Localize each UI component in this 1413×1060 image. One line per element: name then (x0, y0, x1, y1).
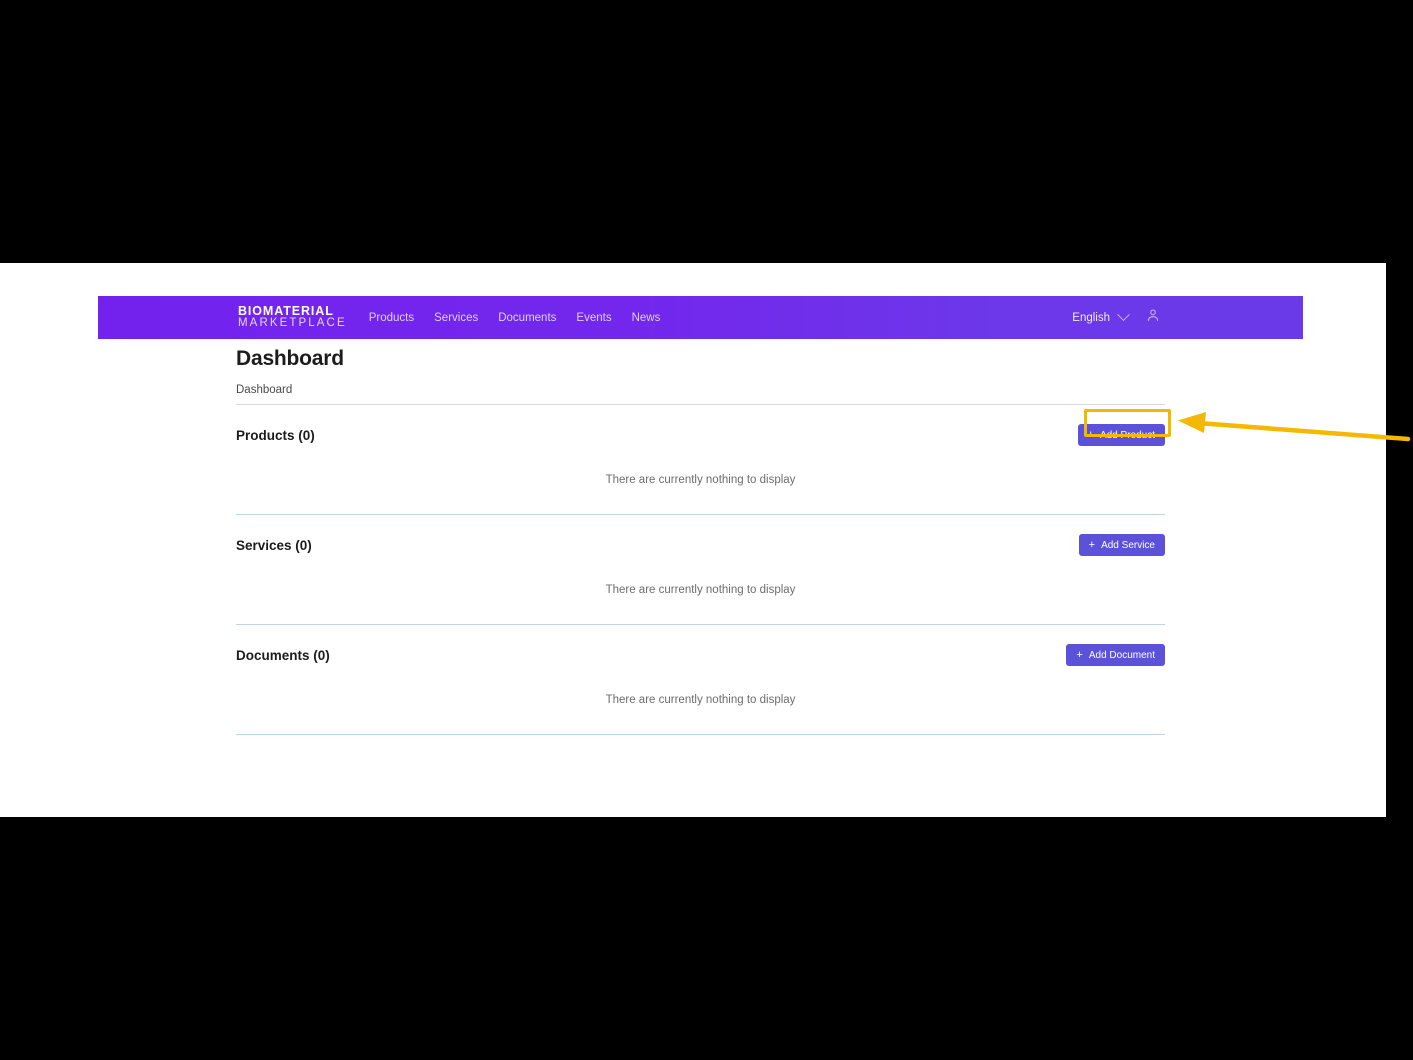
add-product-button[interactable]: + Add Product (1077, 424, 1165, 446)
section-title-services: Services (0) (236, 537, 312, 553)
site-header: BIOMATERIAL MARKETPLACE Products Service… (98, 296, 1303, 339)
page-title: Dashboard (236, 347, 344, 370)
section-divider (236, 514, 1165, 515)
add-document-button[interactable]: + Add Document (1066, 644, 1165, 666)
add-service-button-label: Add Service (1101, 539, 1155, 551)
empty-message-products: There are currently nothing to display (605, 474, 796, 486)
header-utilities: English (1072, 307, 1161, 328)
empty-message-services: There are currently nothing to display (605, 584, 796, 596)
breadcrumb: Dashboard (236, 384, 1165, 405)
section-header-services: Services (0) + Add Service (236, 530, 1165, 560)
plus-icon: + (1087, 428, 1094, 441)
browser-viewport: BIOMATERIAL MARKETPLACE Products Service… (0, 263, 1386, 817)
section-products: Products (0) + Add Product There are cur… (236, 420, 1165, 515)
main-navigation: Products Services Documents Events News (369, 312, 661, 324)
section-header-products: Products (0) + Add Product (236, 420, 1165, 450)
section-divider (236, 734, 1165, 735)
empty-message-documents: There are currently nothing to display (605, 694, 796, 706)
nav-item-products[interactable]: Products (369, 312, 414, 324)
add-service-button[interactable]: + Add Service (1078, 534, 1165, 556)
section-services: Services (0) + Add Service There are cur… (236, 530, 1165, 625)
add-product-button-label: Add Product (1099, 429, 1155, 441)
main-content: Dashboard Dashboard Products (0) + Add P… (236, 347, 1165, 735)
plus-icon: + (1076, 648, 1083, 661)
nav-item-documents[interactable]: Documents (498, 312, 556, 324)
section-divider (236, 624, 1165, 625)
nav-item-services[interactable]: Services (434, 312, 478, 324)
plus-icon: + (1088, 538, 1096, 551)
section-header-documents: Documents (0) + Add Document (236, 640, 1165, 670)
nav-item-events[interactable]: Events (576, 312, 611, 324)
section-title-products: Products (0) (236, 427, 315, 443)
logo-line-secondary: MARKETPLACE (238, 317, 347, 330)
nav-item-news[interactable]: News (632, 312, 661, 324)
site-logo[interactable]: BIOMATERIAL MARKETPLACE (238, 305, 347, 329)
user-icon[interactable] (1145, 307, 1161, 328)
breadcrumb-item-dashboard[interactable]: Dashboard (236, 384, 292, 396)
section-title-documents: Documents (0) (236, 647, 330, 663)
add-document-button-label: Add Document (1088, 649, 1155, 661)
chevron-down-icon[interactable] (1117, 308, 1130, 322)
language-selector-label[interactable]: English (1072, 312, 1110, 324)
section-documents: Documents (0) + Add Document There are c… (236, 640, 1165, 735)
